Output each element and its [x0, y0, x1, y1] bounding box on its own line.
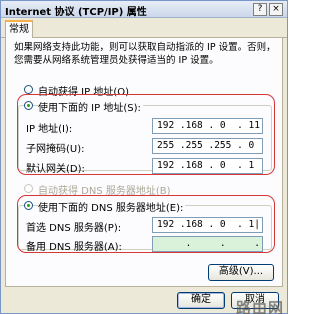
- tab-strip: 常规: [1, 18, 287, 39]
- preferred-dns-label: 首选 DNS 服务器(P):: [26, 223, 122, 234]
- dns-auto-radio[interactable]: [24, 184, 33, 193]
- watermark: 路由网: [236, 299, 285, 314]
- subnet-mask-label: 子网掩码(U):: [26, 144, 85, 155]
- dns-manual-label[interactable]: 使用下面的 DNS 服务器地址(E):: [38, 199, 186, 214]
- tcpip-properties-dialog: Internet 协议 (TCP/IP) 属性 ? × 常规 如果网络支持此功能…: [0, 0, 288, 314]
- default-gateway-label: 默认网关(D):: [26, 164, 85, 175]
- tab-general[interactable]: 常规: [5, 20, 33, 39]
- subnet-mask-field[interactable]: 255 .255 .255 . 0: [152, 138, 263, 154]
- ip-manual-label[interactable]: 使用下面的 IP 地址(S):: [38, 99, 143, 114]
- alternate-dns-field[interactable]: . . .: [152, 236, 263, 252]
- preferred-dns-field[interactable]: 192 .168 . 0 . 1|: [152, 217, 263, 233]
- ip-auto-radio[interactable]: [24, 85, 33, 94]
- title-bar: Internet 协议 (TCP/IP) 属性 ? ×: [1, 1, 287, 18]
- ip-manual-radio[interactable]: [24, 101, 33, 110]
- ok-button[interactable]: 确定: [177, 292, 225, 309]
- close-button[interactable]: ×: [269, 3, 283, 16]
- dns-manual-radio[interactable]: [24, 201, 33, 210]
- ip-address-label: IP 地址(I):: [26, 124, 73, 135]
- window-title: Internet 协议 (TCP/IP) 属性: [5, 7, 147, 18]
- default-gateway-field[interactable]: 192 .168 . 0 . 1: [152, 158, 263, 174]
- advanced-button[interactable]: 高级(V)...: [208, 264, 274, 281]
- ip-address-field[interactable]: 192 .168 . 0 . 11: [152, 118, 263, 134]
- description-text: 如果网络支持此功能，则可以获取自动指派的 IP 设置。否则，您需要从网络系统管理…: [14, 42, 276, 66]
- help-button[interactable]: ?: [253, 3, 267, 16]
- alternate-dns-label: 备用 DNS 服务器(A):: [26, 242, 122, 253]
- general-tab-page: 如果网络支持此功能，则可以获取自动指派的 IP 设置。否则，您需要从网络系统管理…: [5, 38, 283, 287]
